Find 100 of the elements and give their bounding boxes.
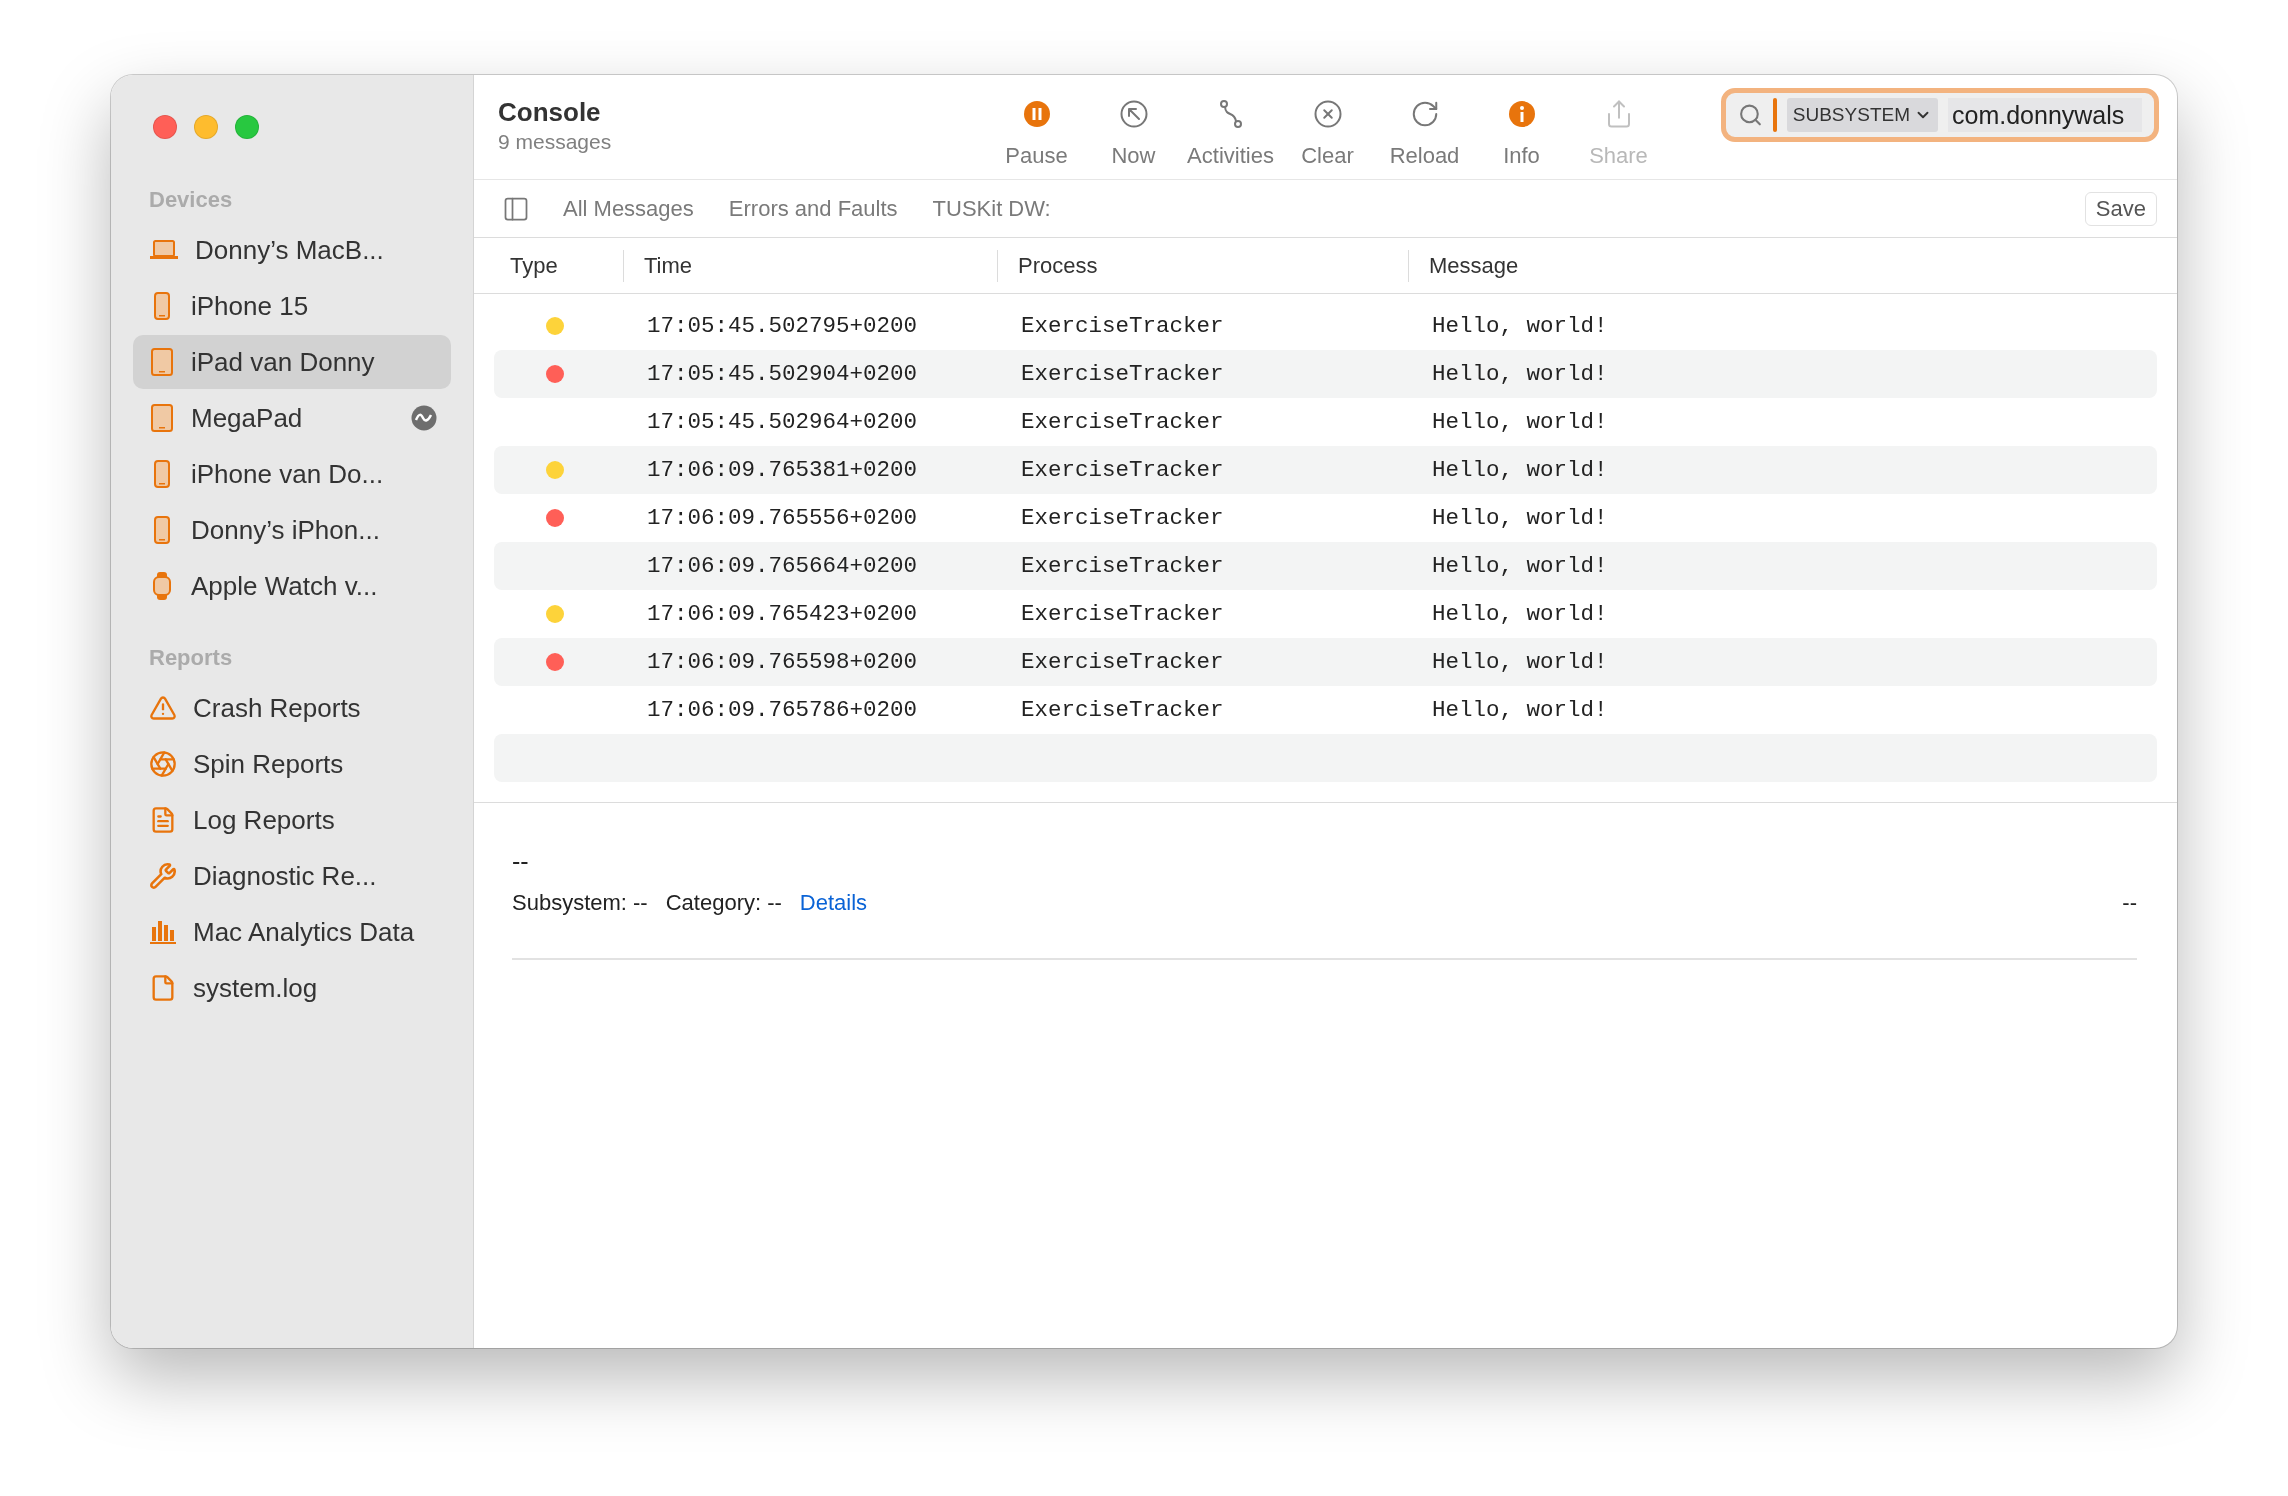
process-cell-text: ExerciseTracker (1021, 313, 1225, 339)
table-row[interactable]: 17:05:45.502964+0200 ExerciseTracker Hello, world! (494, 398, 2157, 446)
sidebar-item[interactable]: iPhone 15 (133, 279, 451, 333)
time-cell-text: 17:05:45.502795+0200 (647, 313, 919, 339)
sidebar-item[interactable]: MegaPad (133, 391, 451, 445)
subsystem-text: Subsystem: -- (512, 890, 648, 916)
close-button[interactable] (153, 115, 177, 139)
tablet-icon (149, 347, 175, 377)
time-cell-text: 17:05:45.502904+0200 (647, 361, 919, 387)
process-cell-text: ExerciseTracker (1021, 409, 1225, 435)
time-cell-text: 17:05:45.502964+0200 (647, 409, 919, 435)
bar-chart-icon (149, 919, 177, 945)
message-cell-text: Hello, world! (1432, 313, 1609, 339)
warning-icon (149, 694, 177, 722)
table-row[interactable]: 17:06:09.765556+0200 ExerciseTracker Hello, world! (494, 494, 2157, 542)
table-row[interactable]: 17:06:09.765786+0200 ExerciseTracker Hello, world! (494, 686, 2157, 734)
details-link[interactable]: Details (799, 890, 868, 916)
message-cell-text: Hello, world! (1432, 697, 1609, 723)
process-cell-text: ExerciseTracker (1021, 361, 1225, 387)
section-title: Devices (148, 186, 234, 214)
sidebar-item[interactable]: iPhone van Do... (133, 447, 451, 501)
item-label: Crash Reports (193, 692, 362, 724)
item-label: Apple Watch v... (191, 570, 379, 602)
table-row[interactable]: 17:05:45.502904+0200 ExerciseTracker Hello, world! (494, 350, 2157, 398)
message-cell-text: Hello, world! (1432, 649, 1609, 675)
sidebar-item[interactable]: Log Reports (133, 793, 451, 847)
wrench-icon (149, 862, 177, 890)
time-cell-text: 17:06:09.765423+0200 (647, 601, 919, 627)
sidebar-item[interactable]: Crash Reports (133, 681, 451, 735)
table-row[interactable]: 17:05:45.502795+0200 ExerciseTracker Hello, world! (494, 302, 2157, 350)
sidebar-item[interactable]: Spin Reports (133, 737, 451, 791)
process-cell-text: ExerciseTracker (1021, 457, 1225, 483)
detail-value: -- (2122, 890, 2137, 916)
column-header[interactable]: Process (997, 249, 1408, 282)
info-icon (1506, 99, 1537, 129)
message-cell-text: Hello, world! (1432, 409, 1609, 435)
item-label: Donny’s MacB... (195, 234, 385, 266)
toolbar-button[interactable]: Activities (1182, 99, 1279, 169)
filter-tab[interactable]: TUSKit DW: (930, 191, 1053, 226)
category-text: Category: -- (665, 890, 782, 916)
sidebar-item[interactable]: system.log (133, 961, 451, 1015)
tablet-icon (149, 403, 175, 433)
minimize-button[interactable] (194, 115, 218, 139)
arrow-up-left-icon (1118, 99, 1149, 129)
item-label: system.log (193, 972, 319, 1004)
item-label: Mac Analytics Data (193, 916, 416, 948)
search-input[interactable]: com.donnywals (1948, 98, 2142, 132)
sidebar-item[interactable]: Diagnostic Re... (133, 849, 451, 903)
message-cell-text: Hello, world! (1432, 361, 1609, 387)
sidebar-item[interactable]: Donny’s iPhon... (133, 503, 451, 557)
column-header[interactable]: Message (1408, 249, 2177, 282)
toolbar-button[interactable]: Clear (1279, 99, 1376, 169)
time-cell-text: 17:06:09.765664+0200 (647, 553, 919, 579)
sidebar-item[interactable]: Apple Watch v... (133, 559, 451, 613)
table-row[interactable]: 17:06:09.765598+0200 ExerciseTracker Hello, world! (494, 638, 2157, 686)
message-cell-text: Hello, world! (1432, 601, 1609, 627)
filter-tab[interactable]: Errors and Faults (726, 191, 900, 226)
message-count: 9 messages (498, 130, 613, 154)
process-cell-text: ExerciseTracker (1021, 697, 1225, 723)
table-row[interactable]: 17:06:09.765423+0200 ExerciseTracker Hello, world! (494, 590, 2157, 638)
zoom-button[interactable] (235, 115, 259, 139)
section-title: Reports (148, 644, 234, 672)
process-cell-text: ExerciseTracker (1021, 505, 1225, 531)
table-row[interactable]: 17:06:09.765381+0200 ExerciseTracker Hello, world! (494, 446, 2157, 494)
column-header[interactable]: Time (623, 249, 997, 282)
clear-icon (1312, 99, 1343, 129)
save-button[interactable]: Save (2084, 191, 2157, 226)
sidebar-item[interactable]: Mac Analytics Data (133, 905, 451, 959)
detail-title: -- (512, 847, 530, 876)
process-cell-text: ExerciseTracker (1021, 601, 1225, 627)
process-cell-text: ExerciseTracker (1021, 649, 1225, 675)
sidebar-item[interactable]: iPad van Donny (133, 335, 451, 389)
text-cursor (1772, 98, 1777, 132)
sidebar-item[interactable]: Donny’s MacB... (133, 223, 451, 277)
item-label: Spin Reports (193, 748, 345, 780)
toolbar-button[interactable]: Now (1085, 99, 1182, 169)
message-cell-text: Hello, world! (1432, 457, 1609, 483)
time-cell-text: 17:06:09.765786+0200 (647, 697, 919, 723)
subsystem-token[interactable]: SUBSYSTEM (1786, 98, 1938, 132)
message-cell-text: Hello, world! (1432, 553, 1609, 579)
item-label: Log Reports (193, 804, 336, 836)
aperture-icon (149, 750, 177, 778)
filter-tab[interactable]: All Messages (561, 191, 696, 226)
item-label: Diagnostic Re... (193, 860, 378, 892)
time-cell-text: 17:06:09.765381+0200 (647, 457, 919, 483)
toolbar-button[interactable]: Pause (988, 99, 1085, 169)
process-cell-text: ExerciseTracker (1021, 553, 1225, 579)
message-cell-text: Hello, world! (1432, 505, 1609, 531)
toolbar-button[interactable]: Info (1473, 99, 1570, 169)
toolbar-button[interactable]: Reload (1376, 99, 1473, 169)
item-label: MegaPad (191, 402, 304, 434)
time-cell-text: 17:06:09.765556+0200 (647, 505, 919, 531)
item-label: iPhone 15 (191, 290, 310, 322)
search-icon (1738, 102, 1763, 128)
window-title: Console (498, 97, 602, 128)
pause-icon (1021, 99, 1052, 129)
column-header[interactable]: Type (510, 249, 623, 282)
item-label: iPad van Donny (191, 346, 376, 378)
time-cell-text: 17:06:09.765598+0200 (647, 649, 919, 675)
table-row[interactable]: 17:06:09.765664+0200 ExerciseTracker Hello, world! (494, 542, 2157, 590)
